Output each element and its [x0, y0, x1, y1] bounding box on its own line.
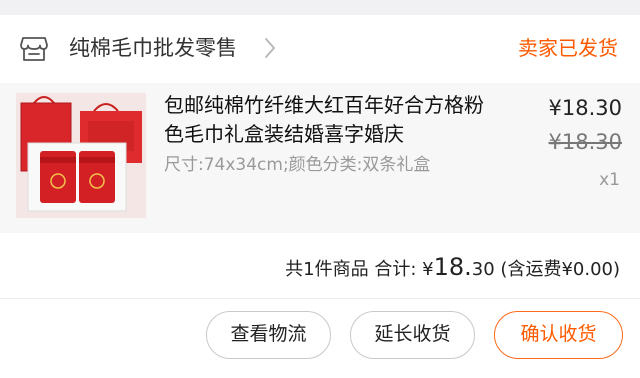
- order-status: 卖家已发货: [518, 36, 618, 60]
- extend-receipt-button[interactable]: 延长收货: [350, 311, 475, 359]
- product-specs: 尺寸:74x34cm;颜色分类:双条礼盒: [164, 155, 431, 175]
- item-count-total-label: 共1件商品 合计:: [285, 259, 417, 280]
- shipping-note: (含运费¥0.00): [500, 259, 620, 280]
- divider: [0, 298, 640, 299]
- order-summary: 共1件商品 合计: ¥18.30 (含运费¥0.00): [285, 252, 620, 285]
- total-amount-integer: 18.: [433, 253, 472, 281]
- product-quantity: x1: [599, 170, 620, 190]
- product-thumbnail[interactable]: [16, 93, 146, 218]
- view-logistics-button[interactable]: 查看物流: [206, 311, 331, 359]
- total-amount-decimal: 30: [471, 259, 495, 280]
- currency-symbol: ¥: [422, 259, 434, 280]
- order-card: 纯棉毛巾批发零售 卖家已发货 包邮纯棉竹纤维大红百年好合方格粉色毛巾礼盒装结婚喜…: [0, 15, 640, 378]
- confirm-receipt-button[interactable]: 确认收货: [494, 311, 623, 359]
- store-icon: [20, 37, 48, 61]
- product-item[interactable]: 包邮纯棉竹纤维大红百年好合方格粉色毛巾礼盒装结婚喜字婚庆 尺寸:74x34cm;…: [0, 83, 640, 233]
- shop-header[interactable]: 纯棉毛巾批发零售 卖家已发货: [0, 15, 640, 83]
- chevron-right-icon: [265, 38, 275, 58]
- product-title[interactable]: 包邮纯棉竹纤维大红百年好合方格粉色毛巾礼盒装结婚喜字婚庆: [164, 91, 494, 149]
- product-original-price: ¥18.30: [548, 130, 622, 154]
- shop-name[interactable]: 纯棉毛巾批发零售: [69, 33, 237, 63]
- product-price: ¥18.30: [548, 96, 622, 120]
